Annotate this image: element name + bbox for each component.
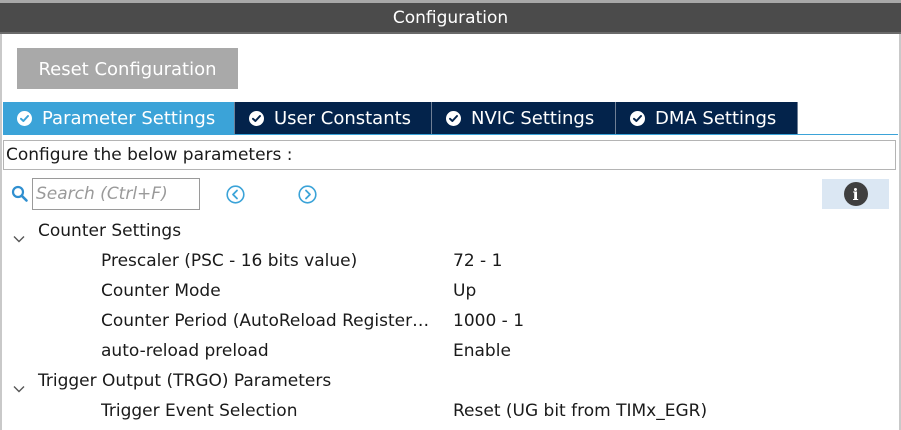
info-icon: i	[843, 182, 868, 206]
param-name: Trigger Event Selection	[101, 401, 298, 421]
tab-parameter-settings[interactable]: Parameter Settings	[3, 102, 235, 134]
tab-underline	[3, 134, 898, 135]
tab-dma-settings[interactable]: DMA Settings	[616, 102, 798, 134]
param-value[interactable]: 72 - 1	[453, 246, 502, 276]
reset-configuration-button[interactable]: Reset Configuration	[17, 48, 238, 89]
param-value[interactable]: 1000 - 1	[453, 306, 524, 336]
tab-label: DMA Settings	[655, 107, 777, 129]
arrow-left-circle-icon[interactable]	[226, 185, 245, 204]
info-button[interactable]: i	[822, 179, 889, 209]
group-label: Trigger Output (TRGO) Parameters	[38, 371, 332, 391]
arrow-right-circle-icon[interactable]	[298, 185, 317, 204]
group-label: Counter Settings	[38, 221, 182, 241]
chevron-down-icon[interactable]	[12, 225, 26, 243]
check-circle-icon	[446, 110, 461, 126]
tab-label: NVIC Settings	[471, 107, 595, 129]
param-name: Prescaler (PSC - 16 bits value)	[101, 251, 358, 271]
tab-user-constants[interactable]: User Constants	[235, 102, 432, 134]
param-value[interactable]: Up	[453, 276, 476, 306]
param-name: Counter Period (AutoReload Register…	[101, 311, 430, 331]
check-circle-icon	[630, 110, 645, 126]
title-separator	[0, 32, 901, 34]
search-icon	[11, 185, 29, 203]
search-input[interactable]	[32, 178, 200, 210]
param-name: Counter Mode	[101, 281, 221, 301]
param-value[interactable]: Enable	[453, 336, 511, 366]
check-circle-icon	[249, 110, 264, 126]
panel-left-border	[0, 0, 2, 430]
param-value[interactable]: Reset (UG bit from TIMx_EGR)	[453, 396, 707, 426]
check-circle-icon	[17, 110, 32, 126]
settings-tabs: Parameter Settings User Constants NVIC S…	[3, 102, 798, 134]
tab-label: Parameter Settings	[42, 107, 216, 129]
tab-nvic-settings[interactable]: NVIC Settings	[432, 102, 616, 134]
window-title: Configuration	[392, 8, 509, 28]
instructions-text: Configure the below parameters :	[3, 140, 896, 170]
chevron-down-icon[interactable]	[12, 375, 26, 393]
tab-label: User Constants	[274, 107, 412, 129]
param-name: auto-reload preload	[101, 341, 269, 361]
window-title-bar: Configuration	[0, 0, 901, 34]
